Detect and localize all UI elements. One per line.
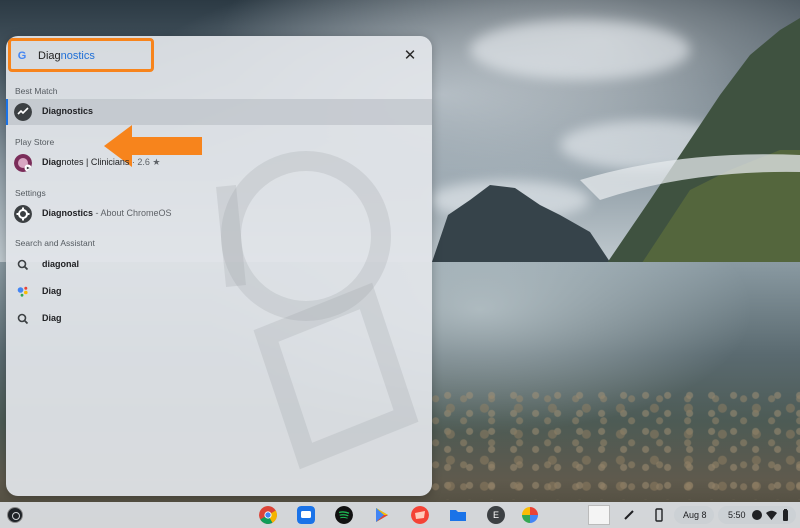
spotify-icon[interactable]: [335, 506, 353, 524]
date-tray[interactable]: Aug 8: [674, 506, 714, 524]
play-store-result-rest: notes | Clinicians: [61, 157, 130, 167]
suggestion-1-rest: onal: [60, 259, 80, 269]
close-search-button[interactable]: ✕: [402, 48, 418, 64]
search-bar[interactable]: G Diagnostics ✕: [6, 36, 432, 76]
settings-result-sub: - About ChromeOS: [93, 208, 172, 218]
phone-hub-icon[interactable]: [650, 506, 668, 524]
settings-result-bold: Diagnostics: [42, 208, 94, 218]
suggestion-1-prefix: diag: [42, 259, 61, 269]
stylus-pen-icon[interactable]: [620, 506, 638, 524]
result-best-match[interactable]: Diagnostics: [6, 99, 432, 125]
status-area[interactable]: 5:50: [718, 506, 796, 524]
section-play-store: Play Store: [15, 137, 55, 147]
section-settings: Settings: [15, 188, 46, 198]
play-store-icon[interactable]: [373, 506, 391, 524]
selection-indicator: [6, 99, 8, 125]
google-assistant-icon: [17, 286, 28, 297]
files-icon[interactable]: [449, 506, 467, 524]
clock-label: 5:50: [728, 510, 746, 520]
search-icon: [17, 259, 29, 271]
letter-e-app-icon[interactable]: E: [487, 506, 505, 524]
diagnotes-app-icon: [14, 154, 32, 172]
suggestion-row-2[interactable]: Diag: [6, 279, 432, 305]
holding-space-thumbnail[interactable]: [588, 505, 610, 525]
play-store-rating: · 2.6 ★: [131, 157, 161, 167]
diagnostics-icon: [14, 103, 32, 121]
section-best-match: Best Match: [15, 86, 58, 96]
photos-icon[interactable]: [521, 506, 539, 524]
chrome-icon[interactable]: [259, 506, 277, 524]
result-play-store-app[interactable]: Diagnotes | Clinicians · 2.6 ★: [6, 150, 432, 176]
play-store-result-bold: Diag: [42, 157, 62, 167]
result-settings[interactable]: Diagnostics - About ChromeOS: [6, 201, 432, 227]
date-label: Aug 8: [683, 510, 707, 520]
shelf: E Aug 8 5:50: [0, 502, 800, 528]
launcher-button[interactable]: [7, 507, 23, 523]
section-search-assistant: Search and Assistant: [15, 238, 95, 248]
suggestion-row-1[interactable]: diagonal: [6, 252, 432, 278]
notification-icon: [752, 510, 762, 520]
suggestion-3-prefix: Diag: [42, 313, 62, 323]
suggestion-row-3[interactable]: Diag: [6, 306, 432, 332]
annotation-highlight-box: [8, 38, 154, 72]
battery-icon: [783, 509, 788, 521]
settings-gear-icon: [14, 205, 32, 223]
wifi-icon: [766, 510, 777, 520]
search-icon: [17, 313, 29, 325]
stadia-icon[interactable]: [411, 506, 429, 524]
launcher-panel: G Diagnostics ✕ Best Match Diagnostics P…: [6, 36, 432, 496]
suggestion-2-prefix: Diag: [42, 286, 62, 296]
messages-icon[interactable]: [297, 506, 315, 524]
result-best-match-label: Diagnostics: [42, 106, 94, 116]
